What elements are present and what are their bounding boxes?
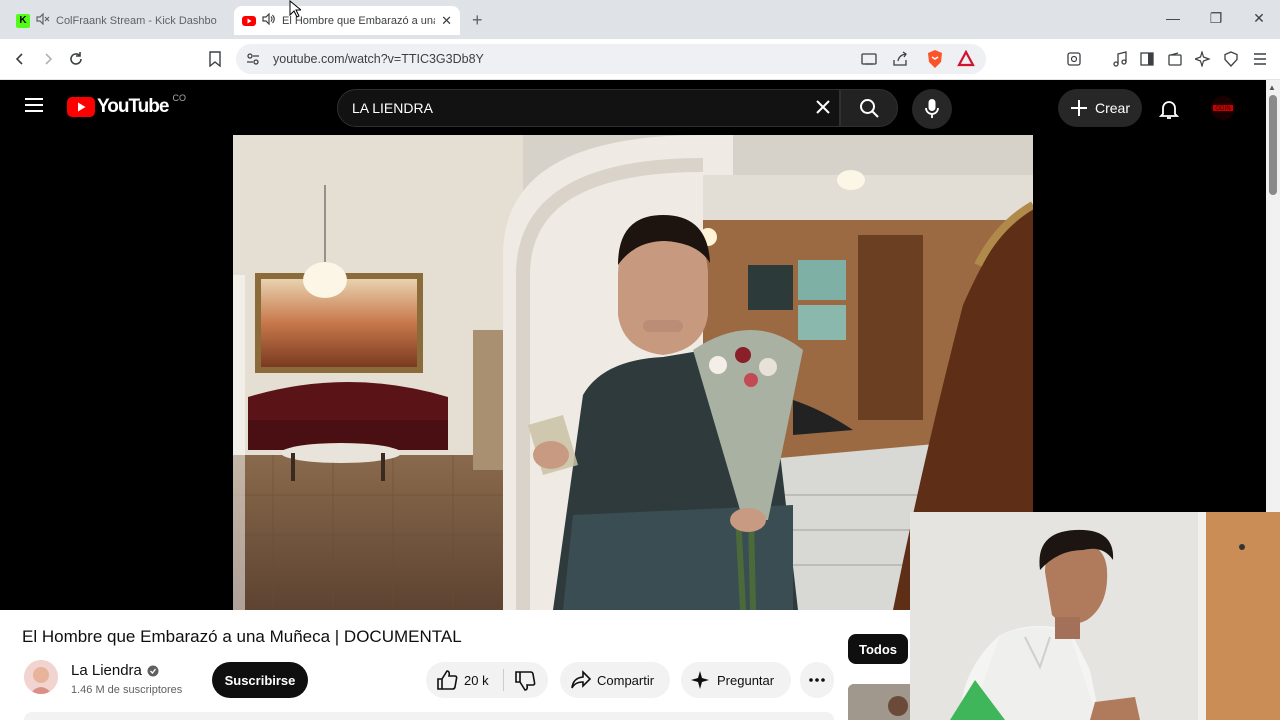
related-video-thumbnail[interactable] xyxy=(848,684,910,720)
back-icon[interactable] xyxy=(10,49,30,69)
youtube-logo-text: YouTube xyxy=(97,96,169,117)
reader-mode-icon[interactable] xyxy=(1064,49,1084,69)
subscribe-button[interactable]: Suscribirse xyxy=(212,662,308,698)
restore-button[interactable]: ❐ xyxy=(1204,10,1228,27)
like-divider xyxy=(503,669,504,691)
browser-toolbar: youtube.com/watch?v=TTIC3G3Db8Y xyxy=(0,39,1280,80)
plus-icon xyxy=(1071,100,1087,116)
more-actions-button[interactable] xyxy=(800,662,834,698)
search-query: LA LIENDRA xyxy=(352,100,433,116)
search-button[interactable] xyxy=(840,89,898,127)
close-window-button[interactable]: ✕ xyxy=(1247,10,1271,27)
ask-button[interactable]: Preguntar xyxy=(681,662,791,698)
share-button[interactable]: Compartir xyxy=(560,662,670,698)
ask-label: Preguntar xyxy=(717,673,775,688)
tab-title: El Hombre que Embarazó a una xyxy=(282,14,436,27)
close-tab-icon[interactable]: ✕ xyxy=(441,13,452,29)
search-icon xyxy=(859,98,879,123)
create-label: Crear xyxy=(1095,100,1131,116)
leo-ai-icon[interactable] xyxy=(1193,49,1213,69)
forward-icon[interactable] xyxy=(38,49,58,69)
clear-search-icon[interactable] xyxy=(815,99,831,120)
like-dislike-group: 20 k xyxy=(426,662,548,698)
notifications-bell-icon[interactable] xyxy=(1158,98,1180,125)
share-page-icon[interactable] xyxy=(891,51,909,72)
new-tab-button[interactable]: + xyxy=(472,10,483,31)
like-icon[interactable] xyxy=(436,670,458,693)
share-label: Compartir xyxy=(597,673,655,688)
hamburger-menu-icon[interactable] xyxy=(24,97,44,118)
brave-rewards-icon[interactable] xyxy=(957,49,975,73)
like-count[interactable]: 20 k xyxy=(464,673,489,688)
tab-youtube-video[interactable]: El Hombre que Embarazó a una ✕ xyxy=(234,6,460,35)
mouse-cursor-icon xyxy=(289,0,303,23)
sparkle-icon xyxy=(691,671,709,692)
webcam-overlay xyxy=(910,512,1280,720)
reload-icon[interactable] xyxy=(66,49,86,69)
more-horizontal-icon xyxy=(809,678,825,682)
channel-name[interactable]: La Liendra xyxy=(71,662,142,679)
subscriber-count: 1.46 M de suscriptores xyxy=(71,684,183,696)
tab-title: ColFraank Stream - Kick Dashbo xyxy=(56,14,217,27)
vpn-shield-icon[interactable] xyxy=(1221,49,1241,69)
dislike-icon[interactable] xyxy=(514,671,536,694)
browser-tab-strip: K ColFraank Stream - Kick Dashbo El Homb… xyxy=(0,0,1280,39)
media-icon[interactable] xyxy=(1110,49,1130,69)
country-code: CO xyxy=(172,93,186,103)
url-text: youtube.com/watch?v=TTIC3G3Db8Y xyxy=(273,52,484,66)
search-input[interactable]: LA LIENDRA xyxy=(337,89,840,127)
youtube-logo[interactable]: YouTube CO xyxy=(67,93,186,118)
menu-icon[interactable] xyxy=(1250,49,1270,69)
wallet-icon[interactable] xyxy=(1165,49,1185,69)
muted-speaker-icon[interactable] xyxy=(36,12,50,28)
tab-kick-dashboard[interactable]: K ColFraank Stream - Kick Dashbo xyxy=(8,6,230,35)
create-button[interactable]: Crear xyxy=(1058,89,1142,127)
speaker-icon[interactable] xyxy=(262,12,276,28)
svg-text:ODIN: ODIN xyxy=(1215,105,1231,112)
minimize-button[interactable]: — xyxy=(1161,10,1185,26)
scroll-up-icon[interactable]: ▲ xyxy=(1268,83,1276,92)
site-settings-icon[interactable] xyxy=(245,51,261,72)
video-title: El Hombre que Embarazó a una Muñeca | DO… xyxy=(22,627,462,646)
scrollbar-thumb[interactable] xyxy=(1269,95,1277,195)
cast-icon[interactable] xyxy=(860,51,878,72)
bookmark-icon[interactable] xyxy=(205,49,225,69)
youtube-logo-icon xyxy=(67,97,95,117)
filter-chip-todos[interactable]: Todos xyxy=(848,634,908,664)
kick-logo-icon: K xyxy=(16,13,30,28)
share-arrow-icon xyxy=(570,670,592,693)
video-details: El Hombre que Embarazó a una Muñeca | DO… xyxy=(0,610,910,720)
address-bar[interactable]: youtube.com/watch?v=TTIC3G3Db8Y xyxy=(236,44,986,74)
microphone-icon xyxy=(924,98,940,125)
avatar[interactable]: ODIN xyxy=(1211,96,1235,120)
webcam-feed xyxy=(910,512,1280,720)
sidebar-icon[interactable] xyxy=(1137,49,1157,69)
channel-avatar[interactable] xyxy=(24,660,58,694)
brave-shields-icon[interactable] xyxy=(926,49,944,74)
verified-badge-icon xyxy=(147,665,159,676)
description-box[interactable] xyxy=(24,712,834,720)
youtube-favicon-icon xyxy=(242,14,256,28)
voice-search-button[interactable] xyxy=(912,89,952,129)
